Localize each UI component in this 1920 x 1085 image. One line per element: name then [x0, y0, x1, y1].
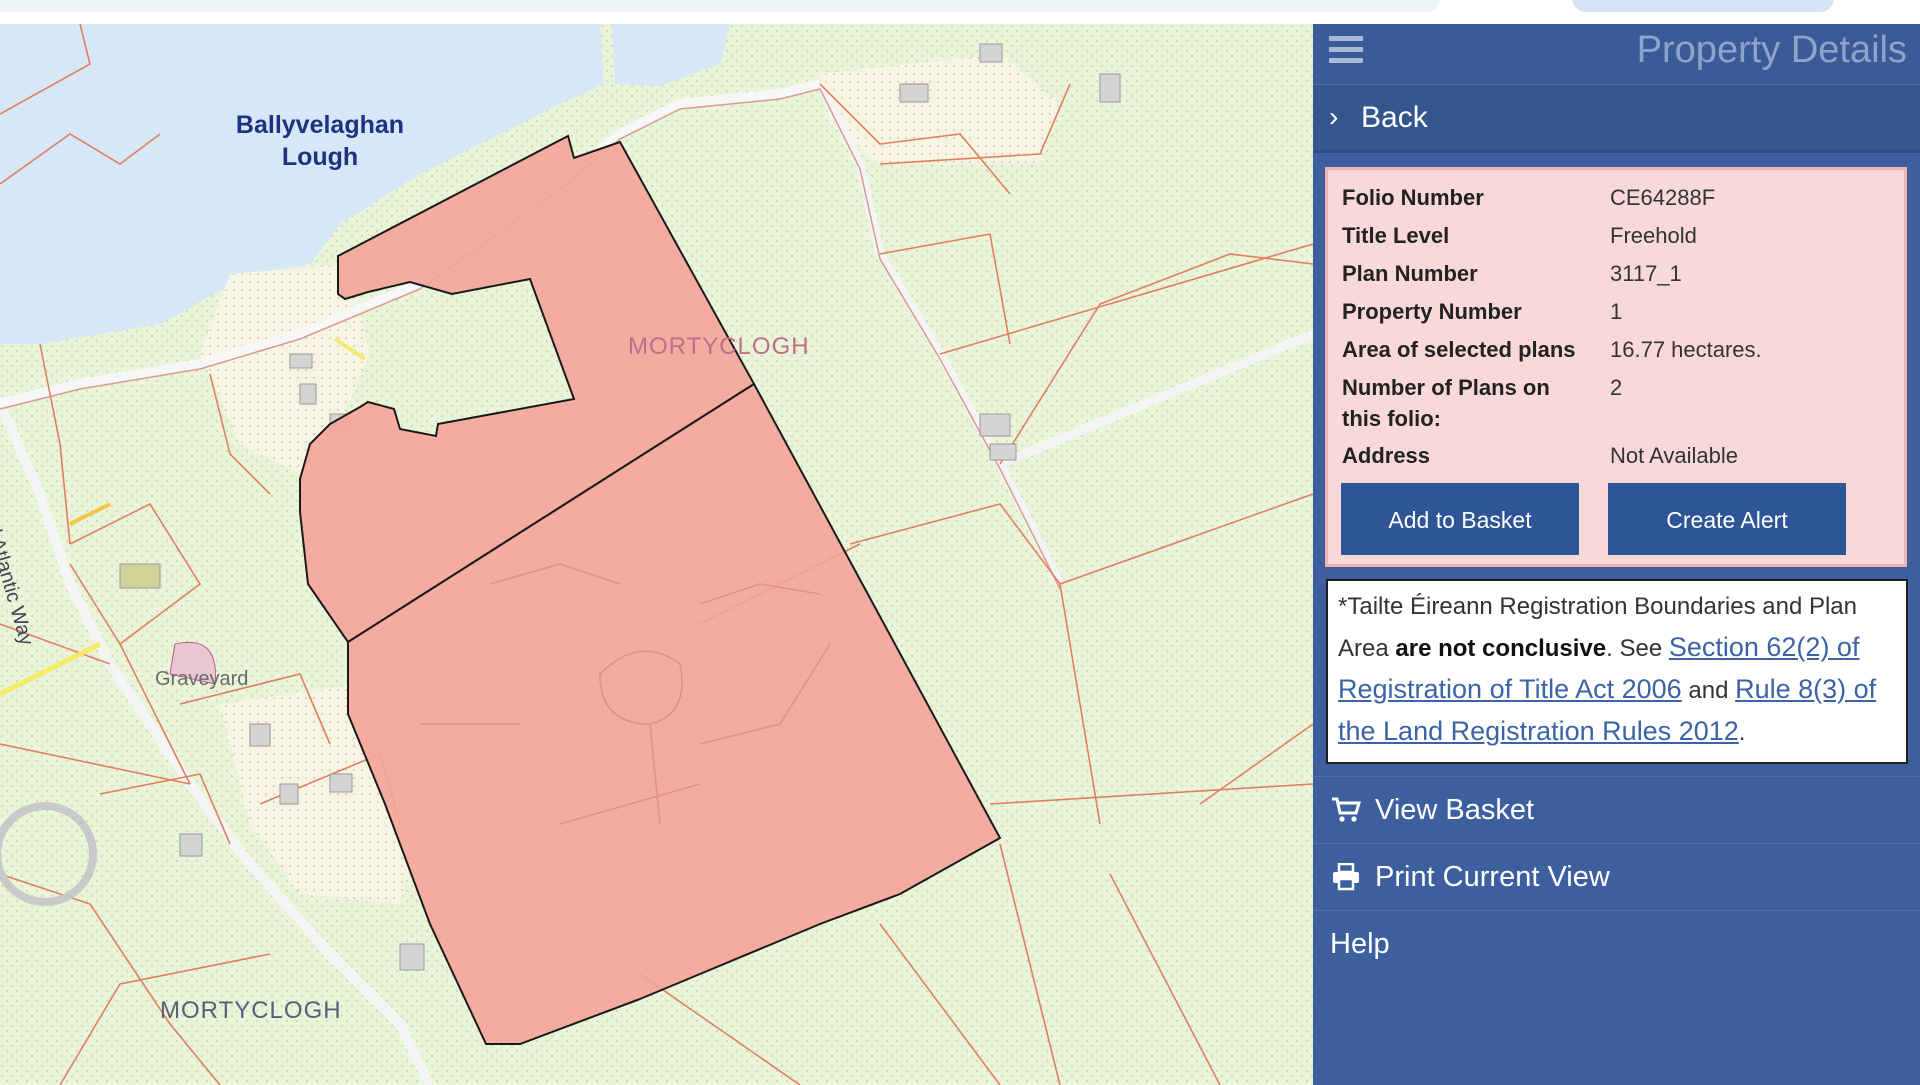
- boundary-disclaimer: *Tailte Éireann Registration Boundaries …: [1326, 579, 1908, 764]
- account-pill[interactable]: [1572, 0, 1834, 12]
- detail-value: 16.77 hectares.: [1610, 337, 1762, 362]
- panel-title: Property Details: [1636, 29, 1907, 71]
- lake-label: Ballyvelaghan Lough: [200, 109, 440, 173]
- map-view[interactable]: Ballyvelaghan Lough MORTYCLOGH MORTYCLOG…: [0, 24, 1313, 1085]
- detail-value: CE64288F: [1610, 185, 1716, 210]
- lake-label-line1: Ballyvelaghan: [235, 111, 405, 139]
- map-canvas[interactable]: [0, 24, 1313, 1085]
- townland-label: MORTYCLOGH: [628, 333, 810, 360]
- detail-key: Property Number: [1342, 299, 1522, 324]
- help-label: Help: [1330, 928, 1390, 960]
- detail-key: Number of Plans on this folio:: [1342, 375, 1550, 431]
- notice-text-2: . See: [1606, 635, 1669, 662]
- detail-key: Title Level: [1342, 223, 1450, 248]
- chevron-right-icon: ›: [1329, 101, 1339, 132]
- add-to-basket-button[interactable]: Add to Basket: [1341, 483, 1579, 555]
- print-current-view-label: Print Current View: [1375, 861, 1610, 893]
- view-basket-label: View Basket: [1375, 794, 1535, 826]
- create-alert-button[interactable]: Create Alert: [1608, 483, 1846, 555]
- detail-value: Not Available: [1610, 443, 1739, 468]
- back-label: Back: [1361, 101, 1428, 134]
- detail-value: 1: [1610, 299, 1623, 324]
- detail-key: Folio Number: [1342, 185, 1484, 210]
- search-bar[interactable]: [0, 0, 1440, 12]
- print-current-view-menu-item[interactable]: Print Current View: [1313, 843, 1920, 910]
- detail-value: 3117_1: [1610, 261, 1682, 286]
- panel-header: Property Details: [1313, 24, 1920, 85]
- detail-key: Plan Number: [1342, 261, 1478, 286]
- printer-icon: [1333, 863, 1359, 891]
- property-details-panel: Property Details › Back Folio Number CE6…: [1313, 24, 1920, 1085]
- detail-value: Freehold: [1610, 223, 1697, 248]
- notice-text-4: .: [1738, 719, 1746, 746]
- notice-text-3: and: [1681, 677, 1736, 704]
- back-button[interactable]: › Back: [1313, 85, 1920, 153]
- lake-label-line2: Lough: [281, 143, 359, 171]
- menu-icon[interactable]: [1329, 36, 1363, 66]
- townland-label-south: MORTYCLOGH: [160, 997, 342, 1024]
- view-basket-menu-item[interactable]: View Basket: [1313, 776, 1920, 843]
- browser-top-strip: [0, 0, 1920, 24]
- detail-value: 2: [1610, 375, 1623, 400]
- property-details-card: Folio Number CE64288F Title Level Freeho…: [1325, 167, 1907, 567]
- help-menu-item[interactable]: Help: [1313, 910, 1920, 977]
- graveyard-label: Graveyard: [155, 668, 249, 690]
- notice-bold-text: are not conclusive: [1395, 635, 1607, 662]
- detail-key: Area of selected plans: [1342, 337, 1576, 362]
- detail-key: Address: [1342, 443, 1431, 468]
- cart-icon: [1332, 797, 1361, 822]
